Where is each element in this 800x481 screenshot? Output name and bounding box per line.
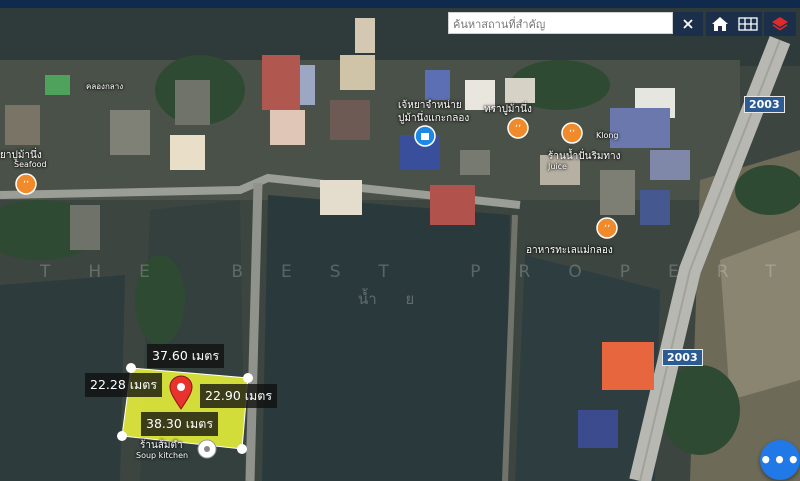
svg-text:ʼʼ: ʼʼ [23, 180, 29, 191]
measurement-left: 22.28 เมตร [85, 373, 163, 397]
svg-text:ʼʼ: ʼʼ [569, 129, 575, 140]
poi-label[interactable]: ปูม้านึ่งแกะกลอง [398, 111, 469, 126]
shop-marker-icon [414, 125, 436, 147]
satellite-map[interactable]: ʼʼ ʼʼ ʼʼ ʼʼ [0, 8, 800, 481]
top-bar [0, 0, 800, 8]
field-right [720, 230, 800, 400]
place-marker-icon [197, 439, 217, 459]
plot-vertex [126, 363, 136, 373]
more-options-button[interactable]: ••• [759, 440, 800, 480]
road-shield: 2003 [662, 349, 703, 366]
layers-button[interactable] [764, 12, 796, 36]
poi-label[interactable]: ทราปูม้านึ่ง [484, 102, 532, 117]
restaurant-marker-icon: ʼʼ [596, 217, 618, 239]
poi-sublabel: Juice [548, 162, 567, 171]
measurement-bottom: 38.30 เมตร [141, 412, 219, 436]
close-button[interactable] [673, 12, 703, 36]
poi-sublabel: Seafood [14, 160, 47, 169]
layers-icon [772, 17, 788, 31]
pond-center [262, 195, 510, 481]
close-icon [683, 19, 693, 29]
poi-label[interactable]: อาหารทะเลแม่กลอง [526, 243, 613, 258]
road-shield: 2003 [744, 96, 785, 113]
watermark-sub: น้ำ ย [358, 290, 427, 308]
poi-sublabel: Soup kitchen [136, 451, 189, 460]
restaurant-marker-icon: ʼʼ [15, 173, 37, 195]
svg-text:ʼʼ: ʼʼ [604, 224, 610, 235]
plot-vertex [243, 373, 253, 383]
watermark: THE BEST PROPERTY [40, 262, 800, 282]
measurement-right: 22.90 เมตร [200, 384, 278, 408]
grid-button[interactable] [734, 12, 762, 36]
canal-label: คลองกลาง [86, 82, 124, 91]
home-button[interactable] [706, 12, 734, 36]
restaurant-marker-icon: ʼʼ [561, 122, 583, 144]
svg-text:ʼʼ: ʼʼ [515, 124, 521, 135]
poi-label: Klong [596, 131, 619, 140]
measurement-top: 37.60 เมตร [147, 344, 225, 368]
grid-icon [738, 17, 758, 31]
plot-vertex [117, 431, 127, 441]
search-input[interactable] [449, 14, 672, 35]
home-icon [712, 17, 728, 31]
restaurant-marker-icon: ʼʼ [507, 117, 529, 139]
search-box [448, 12, 673, 35]
plot-vertex [237, 444, 247, 454]
